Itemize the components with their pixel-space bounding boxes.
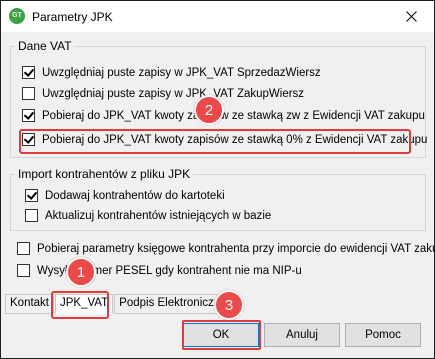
checkbox[interactable] <box>25 189 38 202</box>
option-label: Pobieraj do JPK_VAT kwoty zapisów ze sta… <box>42 109 425 122</box>
step-marker-1: 1 <box>66 257 96 287</box>
title-bar: GT Parametry JPK <box>1 1 434 32</box>
help-button[interactable]: Pomoc <box>345 323 421 347</box>
option-accounting-params[interactable]: Pobieraj parametry księgowe kontrahenta … <box>17 242 435 255</box>
close-icon <box>406 11 417 22</box>
checkbox[interactable] <box>25 209 38 222</box>
annotation-highlight-tab <box>51 291 109 319</box>
checkbox[interactable] <box>22 66 35 79</box>
annotation-highlight-ok <box>182 320 261 350</box>
step-marker-2: 2 <box>194 95 224 125</box>
option-label: Pobieraj parametry księgowe kontrahenta … <box>37 242 435 255</box>
step-marker-3: 3 <box>214 290 244 320</box>
vat-data-legend: Dane VAT <box>18 39 72 53</box>
tab-kontakt[interactable]: Kontakt <box>5 294 54 314</box>
annotation-highlight-zero-rate <box>19 129 411 154</box>
option-empty-purchase-rows[interactable]: Uwzględniaj puste zapisy w JPK_VAT Zakup… <box>22 87 304 100</box>
option-label: Uwzględniaj puste zapisy w JPK_VAT Zakup… <box>42 87 305 100</box>
tab-strip: Kontakt JPK_VAT Podpis Elektroniczny <box>5 294 232 316</box>
import-legend: Import kontrahentów z pliku JPK <box>18 167 191 181</box>
checkbox[interactable] <box>17 264 30 277</box>
option-update-contractors[interactable]: Aktualizuj kontrahentów istniejących w b… <box>25 209 271 222</box>
checkbox[interactable] <box>22 87 35 100</box>
option-empty-sales-rows[interactable]: Uwzględniaj puste zapisy w JPK_VAT Sprze… <box>22 66 321 79</box>
option-label: Aktualizuj kontrahentów istniejących w b… <box>45 209 272 222</box>
dialog-window: GT Parametry JPK Dane VAT Uwzględniaj pu… <box>0 0 435 359</box>
app-logo-icon: GT <box>9 8 25 24</box>
window-title: Parametry JPK <box>32 10 113 24</box>
option-label: Uwzględniaj puste zapisy w JPK_VAT Sprze… <box>42 66 321 79</box>
checkbox[interactable] <box>17 242 30 255</box>
option-label: Dodawaj kontrahentów do kartoteki <box>45 189 225 202</box>
option-send-pesel[interactable]: Wysyłaj numer PESEL gdy kontrahent nie m… <box>17 264 302 277</box>
cancel-button[interactable]: Anuluj <box>264 323 340 347</box>
checkbox[interactable] <box>22 109 35 122</box>
close-button[interactable] <box>389 1 434 32</box>
option-add-contractors[interactable]: Dodawaj kontrahentów do kartoteki <box>25 189 225 202</box>
